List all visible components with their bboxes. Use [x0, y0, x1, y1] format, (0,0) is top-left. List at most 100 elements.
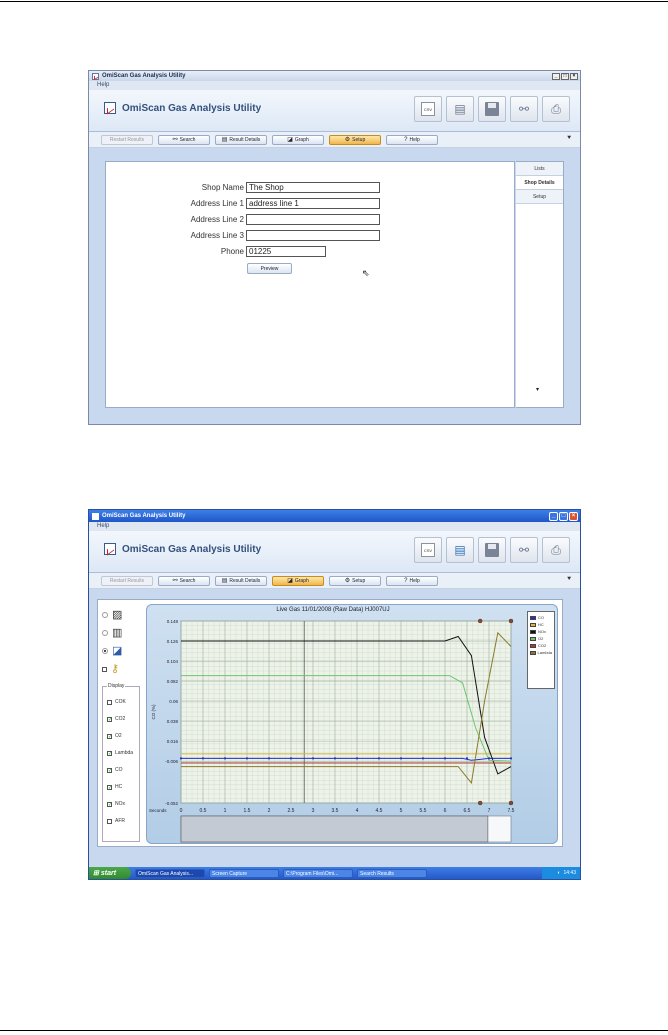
- menu-help[interactable]: Help: [89, 522, 580, 531]
- minimize-button[interactable]: _: [549, 511, 558, 521]
- chart-plot[interactable]: 0 0.5 1 1.5 2 2.5 3 3.5 4 4.5 5 5.5 6 6.5 7 7.5 0.148 0.1…: [147, 613, 519, 845]
- display-option-co2[interactable]: ✓ CO2: [107, 716, 125, 722]
- co-marker: [179, 757, 183, 760]
- taskbar-item-omiscan[interactable]: OmiScan Gas Analysis...: [135, 868, 205, 878]
- chevron-down-icon[interactable]: ⯆: [566, 576, 572, 584]
- tab-label: Help: [409, 136, 420, 143]
- shop-name-label: Shop Name: [201, 183, 244, 192]
- menu-help[interactable]: Help: [89, 81, 580, 90]
- save-button[interactable]: [478, 537, 506, 563]
- document-page: OmiScan Gas Analysis Utility _ □ × Help …: [0, 0, 668, 1035]
- zoom-option[interactable]: ⚷: [102, 660, 142, 678]
- search-button[interactable]: ⚯: [510, 537, 538, 563]
- tab-restart-results[interactable]: Restart Results: [101, 134, 153, 145]
- binoculars-icon: ⚯: [518, 102, 530, 116]
- export-csv-button[interactable]: CSV: [414, 96, 442, 122]
- tab-result-details[interactable]: ▤ Result Details: [215, 134, 267, 145]
- side-tab-lists[interactable]: Lists: [516, 162, 563, 176]
- checkbox[interactable]: ✓: [107, 733, 112, 739]
- zoom-handle: [508, 800, 514, 806]
- radio-button[interactable]: [102, 648, 108, 654]
- checkbox[interactable]: [107, 818, 112, 824]
- checkbox[interactable]: ✓: [107, 784, 112, 790]
- tab-result-details[interactable]: ▤ Result Details: [215, 575, 267, 586]
- chevron-down-icon[interactable]: ⯆: [566, 135, 572, 143]
- y-axis-label: CO (%): [151, 704, 156, 720]
- tab-bar: Restart Results ⚯ Search ▤ Result Details …: [89, 132, 580, 148]
- tab-setup[interactable]: ⚙ Setup: [329, 134, 381, 145]
- maximize-button[interactable]: □: [561, 72, 569, 80]
- display-option-lambda[interactable]: ✓ Lambda: [107, 750, 133, 756]
- address-line-3-input[interactable]: [246, 230, 380, 241]
- preview-button[interactable]: Preview: [247, 263, 292, 274]
- print-button[interactable]: ⎙: [542, 96, 570, 122]
- save-button[interactable]: [478, 96, 506, 122]
- tray-icon[interactable]: ◐: [557, 870, 560, 876]
- display-option-co[interactable]: ✓ CO: [107, 767, 123, 773]
- checkbox[interactable]: [102, 666, 107, 672]
- checkbox[interactable]: ✓: [107, 767, 112, 773]
- tab-search[interactable]: ⚯ Search: [158, 575, 210, 586]
- maximize-button[interactable]: □: [559, 511, 568, 521]
- legend-item: Lambda: [530, 649, 552, 656]
- window-titlebar[interactable]: OmiScan Gas Analysis Utility _ □ ×: [89, 510, 580, 522]
- radio-button[interactable]: [102, 612, 108, 618]
- checkbox[interactable]: ✓: [107, 716, 112, 722]
- export-csv-button[interactable]: CSV: [414, 537, 442, 563]
- tab-graph[interactable]: ◪ Graph: [272, 575, 324, 586]
- display-option-o2[interactable]: ✓ O2: [107, 733, 122, 739]
- binoculars-icon: ⚯: [172, 578, 178, 584]
- side-tab-setup[interactable]: Setup: [516, 190, 563, 204]
- display-option-cok[interactable]: COK: [107, 699, 126, 705]
- x-tick-label: 5: [400, 808, 403, 814]
- legend-item: HC: [530, 621, 552, 628]
- phone-input[interactable]: 01225: [246, 246, 326, 257]
- tab-help[interactable]: ? Help: [386, 575, 438, 586]
- start-button[interactable]: ⊞ start: [89, 867, 131, 879]
- taskbar-item-screen-capture[interactable]: Screen Capture: [209, 868, 279, 878]
- tab-help[interactable]: ? Help: [386, 134, 438, 145]
- chart-legend: CO HC NOx O2 CO2 Lambda: [527, 611, 555, 689]
- co-marker: [245, 757, 249, 760]
- taskbar-item-search-results[interactable]: Search Results: [357, 868, 427, 878]
- export-button[interactable]: ▤: [446, 96, 474, 122]
- tab-search[interactable]: ⚯ Search: [158, 134, 210, 145]
- checkbox[interactable]: ✓: [107, 750, 112, 756]
- display-option-hc[interactable]: ✓ HC: [107, 784, 122, 790]
- export-button[interactable]: ▤: [446, 537, 474, 563]
- print-button[interactable]: ⎙: [542, 537, 570, 563]
- window-titlebar[interactable]: OmiScan Gas Analysis Utility _ □ ×: [89, 71, 580, 81]
- shop-name-input[interactable]: The Shop: [246, 182, 380, 193]
- scroll-down-icon[interactable]: ▾: [536, 386, 539, 393]
- address-line-1-input[interactable]: address line 1: [246, 198, 380, 209]
- checkbox[interactable]: [107, 699, 112, 705]
- search-button[interactable]: ⚯: [510, 96, 538, 122]
- view-option-line[interactable]: ◪: [102, 642, 142, 660]
- view-option-raw[interactable]: ▨: [102, 606, 142, 624]
- chart-logo-icon: [104, 102, 116, 114]
- tab-graph[interactable]: ◪ Graph: [272, 134, 324, 145]
- taskbar-item-program-files[interactable]: C:\Program Files\Omi...: [283, 868, 353, 878]
- radio-button[interactable]: [102, 630, 108, 636]
- display-option-afr[interactable]: AFR: [107, 818, 125, 824]
- help-icon: ?: [404, 136, 408, 143]
- tab-label: Search: [179, 136, 196, 143]
- legend-swatch: [530, 629, 536, 634]
- side-tab-shop-details[interactable]: Shop Details: [516, 176, 563, 190]
- minimize-button[interactable]: _: [552, 72, 560, 80]
- legend-swatch: [530, 643, 536, 648]
- co-marker: [223, 757, 227, 760]
- address-line-3-label: Address Line 3: [190, 231, 244, 240]
- display-option-label: AFR: [115, 818, 125, 824]
- co-marker: [333, 757, 337, 760]
- tab-restart-results[interactable]: Restart Results: [101, 575, 153, 586]
- x-tick-label: 0.5: [200, 808, 207, 814]
- view-option-bar[interactable]: ▥: [102, 624, 142, 642]
- checkbox[interactable]: ✓: [107, 801, 112, 807]
- address-line-2-input[interactable]: [246, 214, 380, 225]
- y-tick-label: -0.052: [165, 801, 178, 806]
- tab-setup[interactable]: ⚙ Setup: [329, 575, 381, 586]
- close-button[interactable]: ×: [570, 72, 578, 80]
- close-button[interactable]: ×: [569, 511, 578, 521]
- display-option-nox[interactable]: ✓ NOx: [107, 801, 125, 807]
